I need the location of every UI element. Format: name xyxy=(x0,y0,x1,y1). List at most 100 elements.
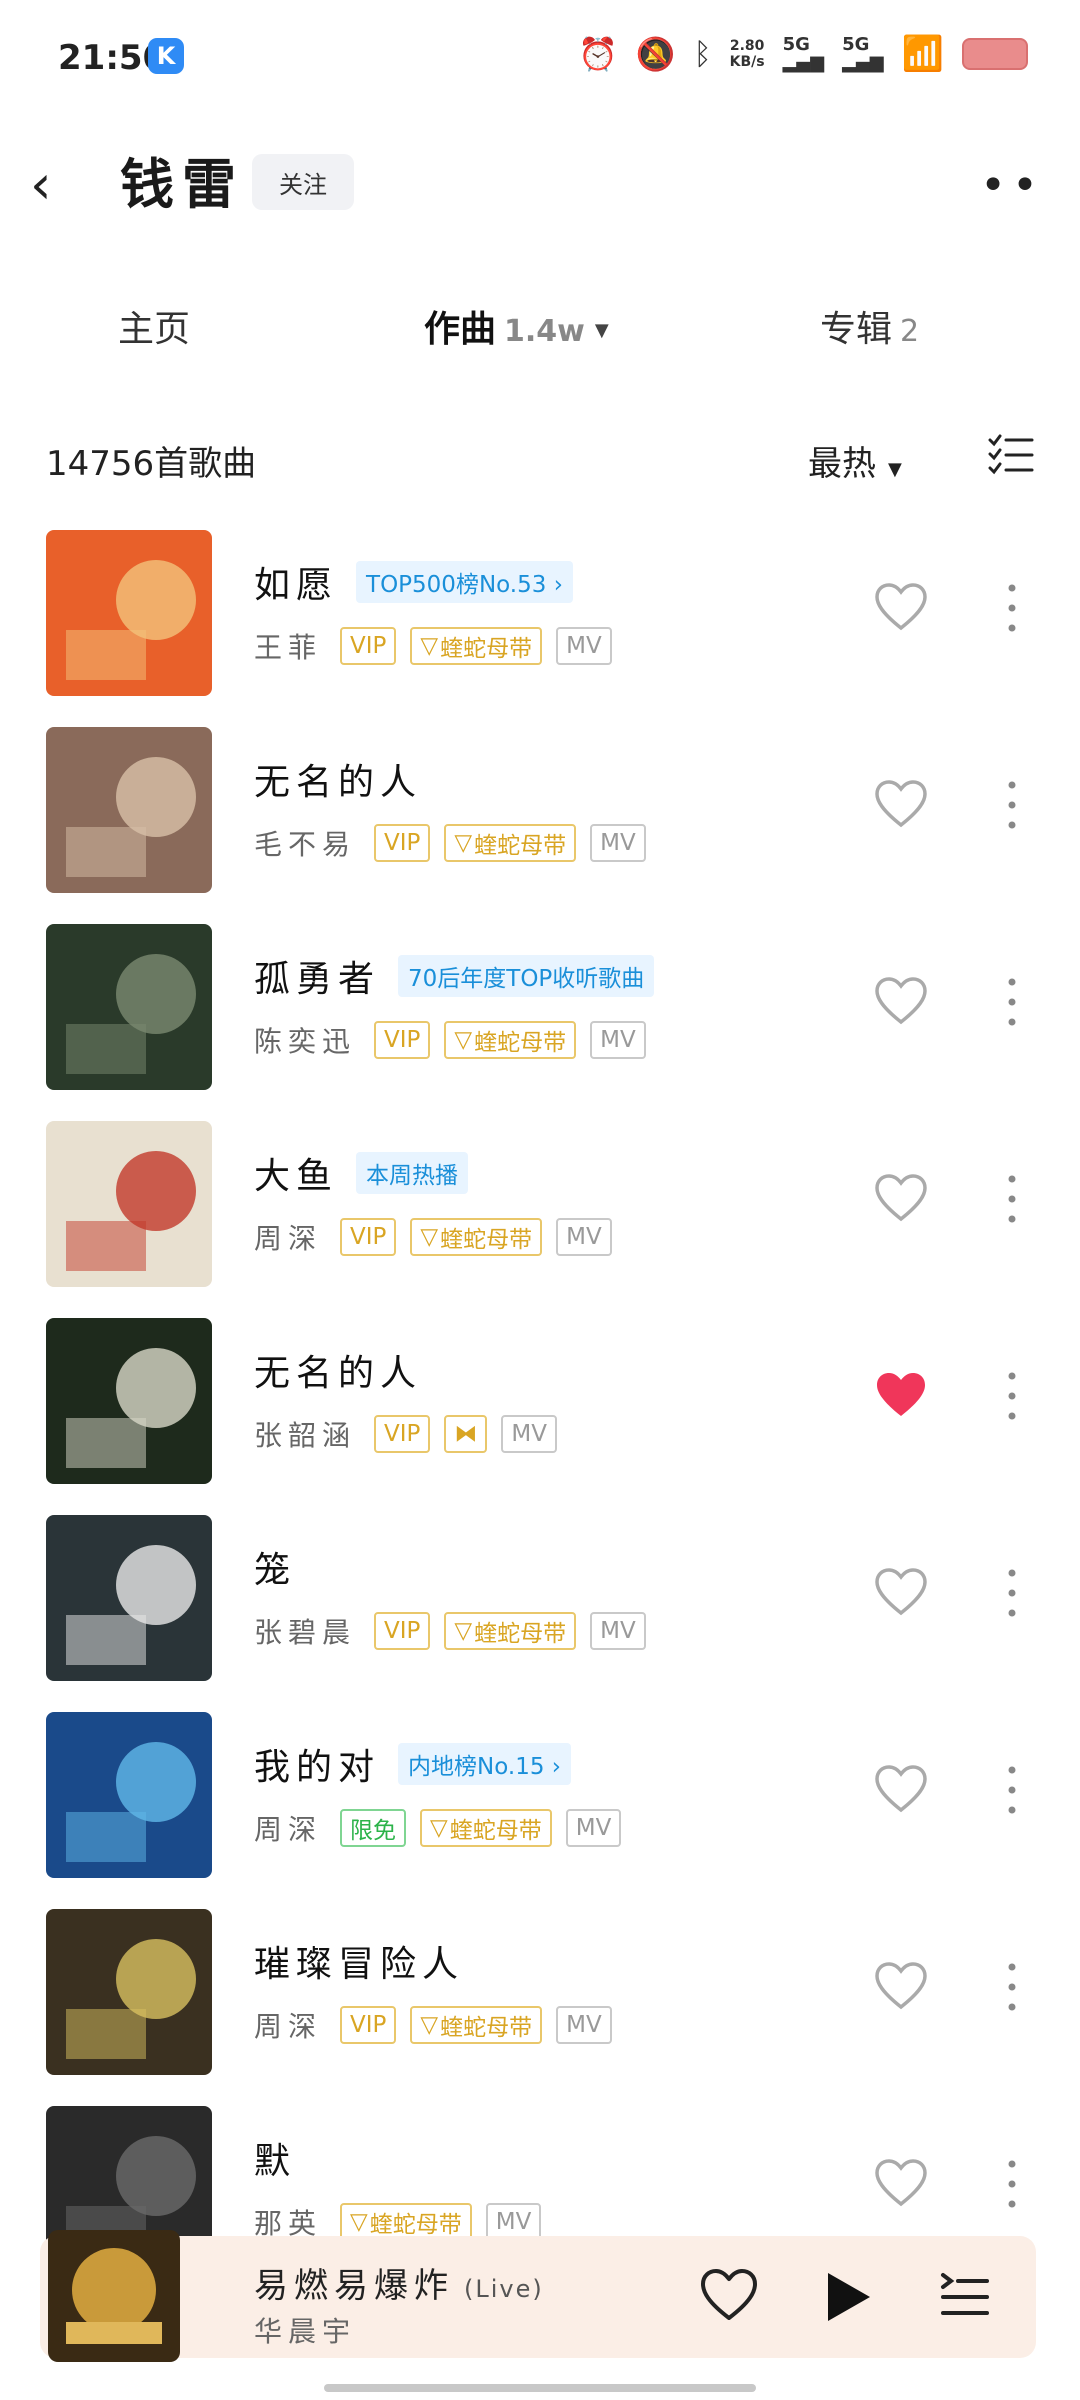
heart-icon[interactable] xyxy=(874,1370,928,1420)
song-row[interactable]: 无名的人 张韶涵 VIP ⧓ MV xyxy=(0,1308,1080,1504)
badge-text: 蝰蛇母带 xyxy=(474,1030,567,1056)
more-vertical-icon[interactable] xyxy=(1002,578,1022,638)
mv-badge[interactable]: MV xyxy=(590,824,646,862)
signal-2-label: 5G xyxy=(842,34,870,55)
wifi-icon: 📶 xyxy=(901,34,944,74)
tab-compose-count: 1.4w xyxy=(504,314,585,349)
mv-badge[interactable]: MV xyxy=(556,2006,612,2044)
song-title: 无名的人 xyxy=(254,762,423,803)
more-vertical-icon[interactable] xyxy=(1002,775,1022,835)
heart-icon[interactable] xyxy=(874,779,928,829)
mv-badge[interactable]: MV xyxy=(501,1415,557,1453)
tab-albums-count: 2 xyxy=(900,314,920,349)
more-vertical-icon[interactable] xyxy=(1002,1957,1022,2017)
vip-badge: VIP xyxy=(340,1218,397,1256)
song-title-line: 我的对 内地榜No.15 › xyxy=(254,1738,571,1790)
song-meta: 王菲 VIP ▽ 蝰蛇母带 MV xyxy=(254,626,612,666)
play-icon[interactable] xyxy=(824,2270,872,2324)
badge-text: 蝰蛇母带 xyxy=(369,2212,462,2238)
song-row[interactable]: 我的对 内地榜No.15 › 周深 限免 ▽ 蝰蛇母带 MV xyxy=(0,1702,1080,1898)
home-indicator[interactable] xyxy=(324,2384,756,2392)
song-title-line: 大鱼 本周热播 xyxy=(254,1147,469,1199)
heart-icon[interactable] xyxy=(874,2158,928,2208)
mv-badge[interactable]: MV xyxy=(556,1218,612,1256)
more-vertical-icon[interactable] xyxy=(1002,1366,1022,1426)
song-meta: 毛不易 VIP ▽ 蝰蛇母带 MV xyxy=(254,823,646,863)
tab-albums[interactable]: 专辑 2 xyxy=(820,290,919,372)
more-vertical-icon[interactable] xyxy=(1002,1563,1022,1623)
song-tag[interactable]: 本周热播 xyxy=(356,1152,469,1194)
vip-badge: VIP xyxy=(374,824,431,862)
song-meta: 陈奕迅 VIP ▽ 蝰蛇母带 MV xyxy=(254,1020,646,1060)
sort-dropdown[interactable]: 最热 ▼ xyxy=(808,436,902,485)
player-cover[interactable] xyxy=(48,2230,180,2362)
song-tag[interactable]: 内地榜No.15 › xyxy=(398,1743,571,1785)
mv-badge[interactable]: MV xyxy=(565,1809,622,1847)
badge-text: 蝰蛇母带 xyxy=(440,2015,533,2041)
song-cover[interactable] xyxy=(46,1121,212,1287)
net-speed-value: 2.80 xyxy=(729,38,765,54)
song-cover[interactable] xyxy=(46,530,212,696)
back-icon[interactable]: ‹ xyxy=(30,150,80,220)
song-singer: 张韶涵 xyxy=(254,1419,357,1452)
tab-home[interactable]: 主页 xyxy=(118,290,190,370)
song-row[interactable]: 孤勇者 70后年度TOP收听歌曲 陈奕迅 VIP ▽ 蝰蛇母带 MV xyxy=(0,914,1080,1110)
list-header: 14756首歌曲 最热 ▼ xyxy=(0,420,1080,500)
more-vertical-icon[interactable] xyxy=(1002,1169,1022,1229)
follow-button[interactable]: 关注 xyxy=(252,154,354,210)
player-title-text: 易燃易爆炸 xyxy=(254,2266,454,2306)
net-speed: 2.80 KB/s xyxy=(730,38,765,70)
viper-icon: ▽ xyxy=(420,2012,439,2038)
song-tag[interactable]: 70后年度TOP收听歌曲 xyxy=(398,955,655,997)
more-icon[interactable]: •• xyxy=(980,160,1044,211)
more-vertical-icon[interactable] xyxy=(1002,2154,1022,2214)
song-cover[interactable] xyxy=(46,727,212,893)
song-row[interactable]: 笼张碧晨 VIP ▽ 蝰蛇母带 MV xyxy=(0,1505,1080,1701)
list-icon[interactable] xyxy=(988,432,1034,478)
song-tag[interactable]: TOP500榜No.53 › xyxy=(356,561,573,603)
more-vertical-icon[interactable] xyxy=(1002,972,1022,1032)
song-row[interactable]: 无名的人 毛不易 VIP ▽ 蝰蛇母带 MV xyxy=(0,717,1080,913)
viper-icon: ▽ xyxy=(420,1224,439,1250)
signal-1-label: 5G xyxy=(782,34,810,55)
status-bar: 21:50 K ⏰ 🔕 ᛒ 2.80 KB/s 5G ▂▄▆ 5G ▂▄▆ 📶 xyxy=(0,0,1080,120)
song-cover[interactable] xyxy=(46,1318,212,1484)
battery-icon xyxy=(962,38,1028,70)
song-row[interactable]: 大鱼 本周热播 周深 VIP ▽ 蝰蛇母带 MV xyxy=(0,1111,1080,1307)
song-title: 大鱼 xyxy=(254,1156,339,1197)
mv-badge[interactable]: MV xyxy=(590,1612,646,1650)
song-cover[interactable] xyxy=(46,924,212,1090)
mini-player[interactable]: 易燃易爆炸 (Live) 华晨宇 xyxy=(40,2230,1036,2362)
heart-icon[interactable] xyxy=(700,2268,758,2322)
heart-icon[interactable] xyxy=(874,976,928,1026)
song-title-line: 璀璨冒险人 xyxy=(254,1935,464,1987)
badge-text: 蝰蛇母带 xyxy=(449,1818,542,1844)
heart-icon[interactable] xyxy=(874,582,928,632)
heart-icon[interactable] xyxy=(874,1961,928,2011)
tab-compose[interactable]: 作曲 1.4w ▼ xyxy=(424,290,609,372)
mv-badge[interactable]: MV xyxy=(556,627,612,665)
net-speed-unit: KB/s xyxy=(729,54,765,70)
viper-icon: ▽ xyxy=(454,1027,473,1053)
song-cover[interactable] xyxy=(46,1909,212,2075)
heart-icon[interactable] xyxy=(874,1764,928,1814)
vip-badge: VIP xyxy=(374,1415,431,1453)
mv-badge[interactable]: MV xyxy=(590,1021,646,1059)
song-cover[interactable] xyxy=(46,1712,212,1878)
badge-text: 蝰蛇母带 xyxy=(474,833,567,859)
song-title: 笼 xyxy=(254,1550,297,1591)
playlist-icon[interactable] xyxy=(940,2272,990,2318)
master-tape-badge: ▽ 蝰蛇母带 xyxy=(444,1612,577,1650)
more-vertical-icon[interactable] xyxy=(1002,1760,1022,1820)
viper-icon: ▽ xyxy=(350,2209,368,2235)
badge-text: 蝰蛇母带 xyxy=(440,1227,533,1253)
song-cover[interactable] xyxy=(46,1515,212,1681)
song-row[interactable]: 璀璨冒险人 周深 VIP ▽ 蝰蛇母带 MV xyxy=(0,1899,1080,2095)
song-title: 如愿 xyxy=(254,565,339,606)
song-singer: 陈奕迅 xyxy=(254,1025,357,1058)
song-row[interactable]: 如愿 TOP500榜No.53 › 王菲 VIP ▽ 蝰蛇母带 MV xyxy=(0,520,1080,716)
artist-name: 钱雷 xyxy=(120,153,244,216)
master-tape-badge: ▽ 蝰蛇母带 xyxy=(444,1021,577,1059)
heart-icon[interactable] xyxy=(874,1567,928,1617)
heart-icon[interactable] xyxy=(874,1173,928,1223)
